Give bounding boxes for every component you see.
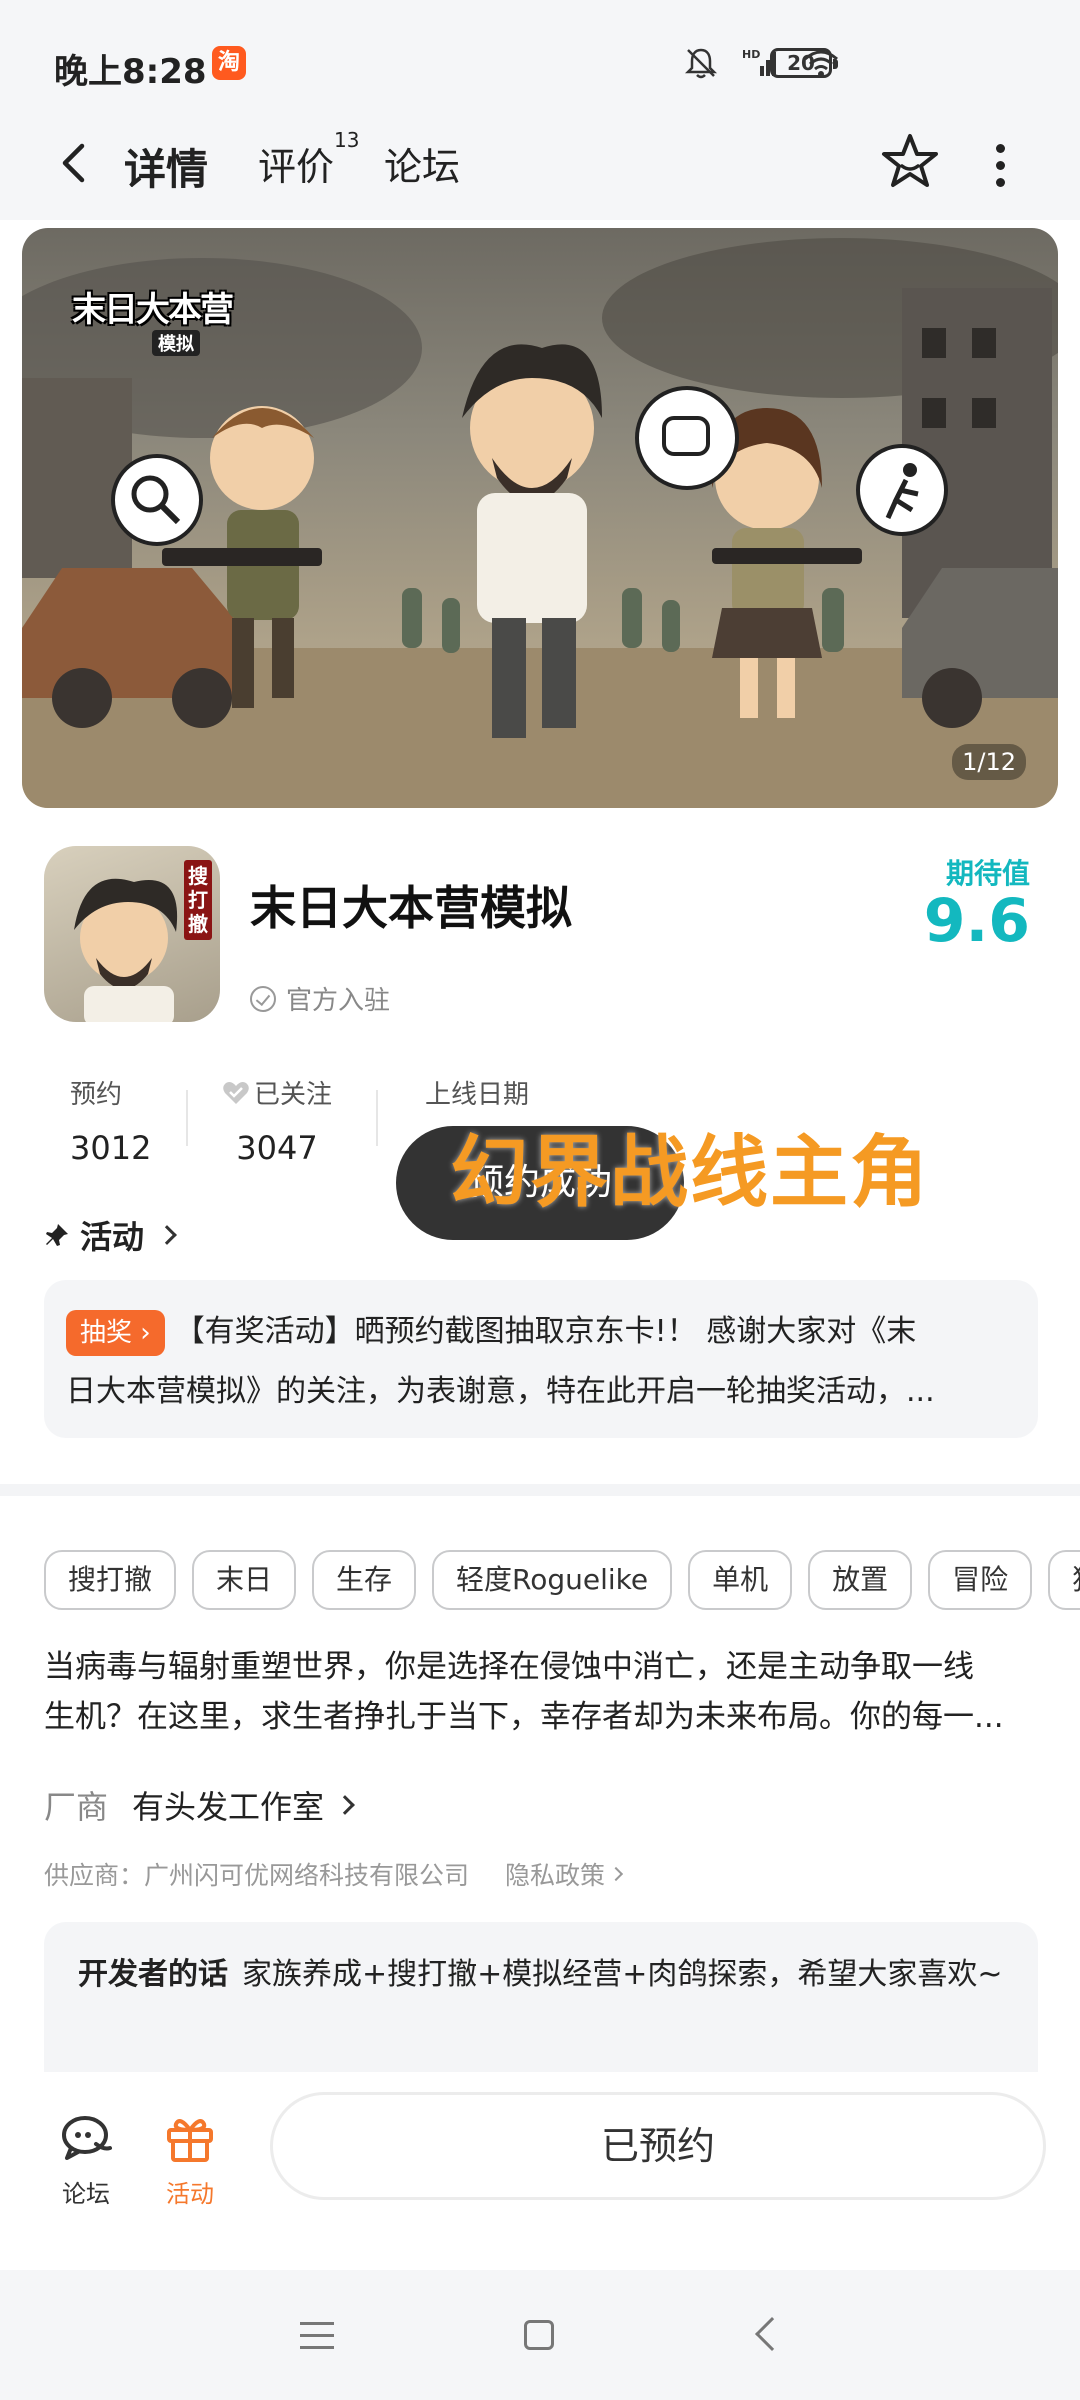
game-description[interactable]: 当病毒与辐射重塑世界，你是选择在侵蚀中消亡，还是主动争取一线 生机？在这里，求生… [44,1642,1038,1742]
pin-icon [46,1224,68,1246]
bottom-activity-label: 活动 [166,2180,214,2208]
activity-card[interactable]: 抽奖 › 【有奖活动】晒预约截图抽取京东卡!！ 感谢大家对《末 日大本营模拟》的关… [44,1280,1038,1438]
chevron-right-icon [157,1225,177,1245]
more-options-icon[interactable] [990,136,1010,190]
bottom-activity-button[interactable]: 活动 [150,2110,230,2209]
tab-forum-label: 论坛 [384,145,461,189]
stat-divider [186,1090,188,1146]
bottom-forum-label: 论坛 [62,2180,110,2208]
tag-chip[interactable]: 生存 [312,1550,417,1610]
tag-chip[interactable]: 搜打撤 [44,1550,177,1610]
recent-apps-icon[interactable] [300,2322,334,2350]
overlay-caption: 幻界战线主角 [450,1128,931,1218]
privacy-policy-label: 隐私政策 [505,1861,606,1890]
forum-chat-icon [62,2116,112,2160]
follow-stat[interactable]: 已关注 3047 [222,1074,332,1167]
lottery-badge: 抽奖 › [66,1309,165,1356]
developer-note-card: 开发者的话 家族养成+搜打撤+模拟经营+肉鸽探索，希望大家喜欢~ [44,1922,1038,2072]
description-line1: 当病毒与辐射重塑世界，你是选择在侵蚀中消亡，还是主动争取一线 [44,1649,974,1685]
game-logo-text: 末日大本营 [72,290,234,330]
official-badge: 官方入驻 [250,980,390,1017]
taobao-app-icon: 淘 [212,46,246,80]
tab-forum[interactable]: 论坛 [384,136,460,191]
section-divider [0,1484,1080,1496]
privacy-policy-link[interactable]: 隐私政策 [505,1856,624,1892]
status-bar: 晚上8:28 淘 HD 20 [0,0,1080,110]
reserve-stat: 预约 3012 [70,1074,151,1167]
favorite-star-icon[interactable] [878,130,942,194]
vendor-label: 厂商 [44,1788,109,1826]
description-line2: 生机？在这里，求生者挣扎于当下，幸存者却为未来布局。你的每一... [44,1699,1004,1735]
tag-chip[interactable]: 冒险 [928,1550,1033,1610]
follow-count: 3047 [236,1129,318,1167]
launch-date-stat: 上线日期 [425,1074,529,1111]
game-logo-sub: 模拟 [152,330,200,356]
battery-indicator: 20 [770,48,838,78]
supplier-row: 供应商：广州闪可优网络科技有限公司 隐私政策 [44,1856,624,1892]
tag-chip[interactable]: 轻度Roguelike [432,1550,673,1610]
vendor-name: 有头发工作室 [132,1788,325,1826]
tag-list: 搜打撤 末日 生存 轻度Roguelike 单机 放置 冒险 独立 [44,1550,1080,1612]
tag-chip[interactable]: 末日 [192,1550,297,1610]
lottery-badge-label: 抽奖 [80,1317,133,1348]
top-nav: 详情 评价 13 论坛 [0,110,1080,220]
game-banner[interactable]: 末日大本营 模拟 1/12 [22,228,1058,808]
developer-note-text: 家族养成+搜打撤+模拟经营+肉鸽探索，希望大家喜欢~ [242,1957,1003,1992]
app-icon: 搜打撤 [44,846,220,1022]
reserve-label: 预约 [70,1080,123,1110]
system-nav-bar [0,2270,1080,2400]
chevron-right-icon [335,1795,355,1815]
bottom-action-bar: 论坛 活动 已预约 [0,2072,1080,2270]
follow-label: 已关注 [254,1080,333,1110]
app-icon-tag: 搜打撤 [184,860,212,940]
activity-section-header[interactable]: 活动 [44,1212,177,1258]
reserved-button[interactable]: 已预约 [270,2092,1046,2200]
chevron-right-icon [608,1866,624,1882]
gift-icon [167,2119,213,2162]
activity-header-label: 活动 [80,1218,145,1256]
reserve-count: 3012 [70,1129,152,1167]
stat-divider [376,1090,378,1146]
tab-review-label: 评价 [258,145,335,189]
vendor-row[interactable]: 厂商 有头发工作室 [44,1782,355,1828]
check-circle-icon [250,985,276,1012]
game-logo: 末日大本营 模拟 [52,258,242,358]
home-icon[interactable] [524,2320,554,2350]
activity-text-line1: 【有奖活动】晒预约截图抽取京东卡!！ 感谢大家对《末 [174,1314,917,1349]
tag-chip[interactable]: 独立 [1048,1550,1080,1610]
tab-review[interactable]: 评价 13 [258,128,359,191]
back-arrow-icon[interactable] [50,138,100,188]
review-count: 13 [334,128,360,152]
activity-text-line2: 日大本营模拟》的关注，为表谢意，特在此开启一轮抽奖活动，... [66,1374,935,1409]
system-back-icon[interactable] [755,2317,789,2351]
banner-page-counter: 1/12 [952,744,1026,780]
tag-chip[interactable]: 放置 [808,1550,913,1610]
supplier-text: 供应商：广州闪可优网络科技有限公司 [44,1861,470,1890]
status-time: 晚上8:28 [54,52,207,92]
heart-check-icon [223,1081,249,1104]
app-title: 末日大本营模拟 [250,881,572,935]
bottom-forum-button[interactable]: 论坛 [46,2110,126,2209]
launch-date-label: 上线日期 [425,1080,530,1110]
developer-note-label: 开发者的话 [78,1957,228,1992]
svg-text:HD: HD [742,48,760,61]
tag-chip[interactable]: 单机 [688,1550,793,1610]
expectation-score: 9.6 [923,886,1030,956]
official-label: 官方入驻 [286,986,391,1016]
tab-detail-label: 详情 [124,145,209,194]
tab-detail[interactable]: 详情 [120,136,212,197]
bell-muted-icon [684,48,718,79]
